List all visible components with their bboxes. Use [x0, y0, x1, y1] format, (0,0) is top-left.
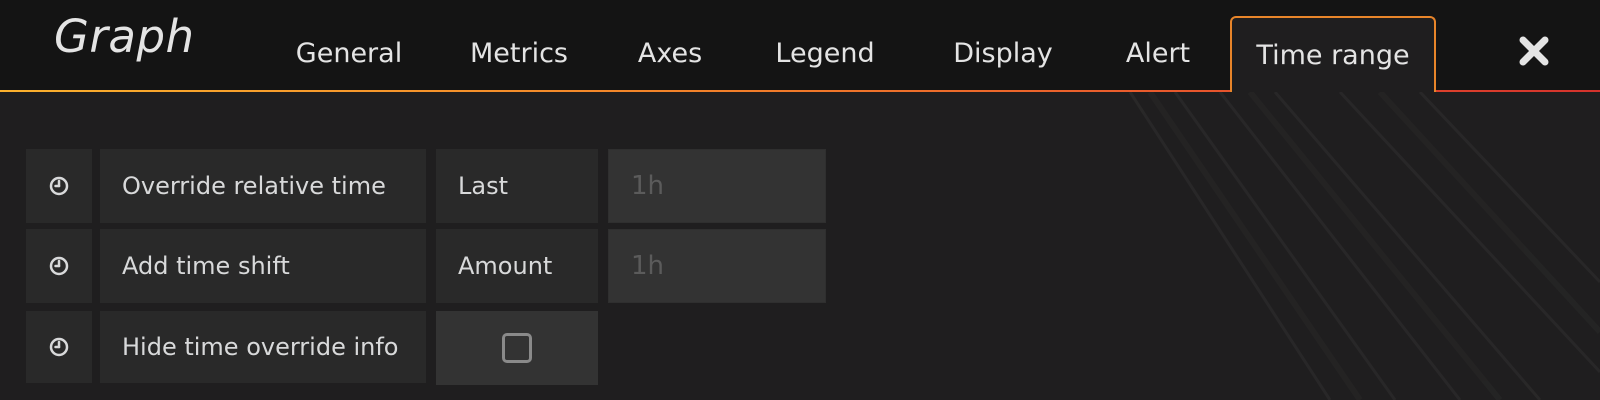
clock-icon: [49, 256, 69, 276]
hide-time-override-info-checkbox-cell: [436, 311, 598, 385]
hide-time-override-info-icon-cell: [26, 311, 92, 383]
tab-display[interactable]: Display: [930, 16, 1076, 91]
panel-editor-header: Graph General Metrics Axes Legend Displa…: [0, 0, 1600, 92]
tab-alert[interactable]: Alert: [1110, 16, 1206, 91]
close-button[interactable]: [1516, 33, 1552, 69]
tab-time-range[interactable]: Time range: [1230, 16, 1436, 92]
add-time-shift-icon-cell: [26, 229, 92, 303]
add-time-shift-input-wrapper: [608, 229, 826, 303]
add-time-shift-input[interactable]: [631, 251, 825, 281]
clock-icon: [49, 176, 69, 196]
tab-metrics[interactable]: Metrics: [454, 16, 584, 91]
override-relative-time-label: Override relative time: [100, 149, 426, 223]
tab-legend[interactable]: Legend: [760, 16, 890, 91]
tab-general[interactable]: General: [282, 16, 416, 91]
hide-time-override-info-label: Hide time override info: [100, 311, 426, 383]
override-relative-time-sublabel: Last: [436, 149, 598, 223]
hide-time-override-info-checkbox[interactable]: [502, 333, 532, 363]
clock-icon: [49, 337, 69, 357]
add-time-shift-sublabel: Amount: [436, 229, 598, 303]
override-relative-time-icon-cell: [26, 149, 92, 223]
override-relative-time-input-wrapper: [608, 149, 826, 223]
tab-axes[interactable]: Axes: [620, 16, 720, 91]
add-time-shift-label: Add time shift: [100, 229, 426, 303]
close-icon: [1519, 36, 1549, 66]
panel-title: Graph: [54, 10, 195, 63]
override-relative-time-input[interactable]: [631, 171, 825, 201]
